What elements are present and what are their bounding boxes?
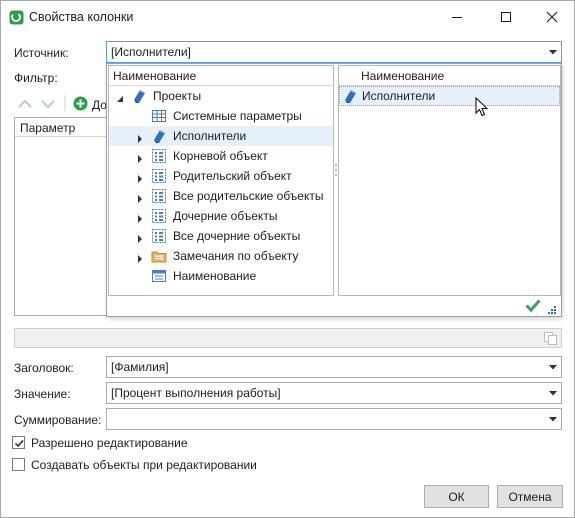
project-icon	[151, 128, 167, 144]
toolbar-separator	[64, 95, 66, 114]
filter-label: Фильтр:	[14, 71, 58, 85]
close-icon	[546, 11, 558, 23]
source-dropdown-popup: Наименование Проекты Системные параметры И…	[106, 63, 562, 317]
minimize-button[interactable]	[434, 1, 480, 33]
summation-label: Суммирование:	[14, 413, 102, 427]
close-button[interactable]	[529, 1, 575, 33]
tree-node[interactable]: Корневой объект	[109, 146, 333, 166]
move-down-icon[interactable]	[41, 98, 55, 112]
field-icon	[151, 268, 167, 284]
value-label: Значение:	[14, 387, 71, 401]
header-value: [Фамилия]	[111, 360, 169, 374]
value-combobox[interactable]: [Процент выполнения работы]	[106, 382, 562, 404]
expand-right-icon[interactable]	[136, 152, 144, 166]
tree-node-label: Проекты	[153, 89, 202, 103]
expression-field[interactable]	[14, 328, 562, 348]
checkmark-icon	[15, 440, 24, 448]
tree-node[interactable]: Родительский объект	[109, 166, 333, 186]
tree-node-label: Все дочерние объекты	[173, 229, 301, 243]
tree-node-label: Наименование	[173, 269, 257, 283]
move-up-icon[interactable]	[18, 98, 32, 112]
add-icon[interactable]	[73, 96, 88, 114]
tree-node[interactable]: Наименование	[109, 266, 333, 286]
project-icon	[131, 88, 147, 104]
expand-right-icon[interactable]	[136, 172, 144, 186]
header-label: Заголовок:	[14, 361, 74, 375]
tree-node-label: Корневой объект	[173, 149, 268, 163]
minimize-icon	[452, 17, 462, 18]
object-grid-icon	[151, 228, 167, 244]
tree-node-label: Системные параметры	[173, 109, 302, 123]
tree-node-label: Замечания по объекту	[173, 249, 299, 263]
chevron-down-icon	[549, 50, 557, 55]
expand-down-icon[interactable]	[116, 92, 124, 106]
window-title: Свойства колонки	[29, 10, 134, 24]
tree-node[interactable]: Исполнители	[109, 126, 333, 146]
maximize-icon	[501, 12, 511, 22]
list-item[interactable]: Исполнители	[339, 86, 560, 106]
tree-node-label: Дочерние объекты	[173, 209, 278, 223]
tree-node[interactable]: Замечания по объекту	[109, 246, 333, 266]
expand-right-icon[interactable]	[136, 232, 144, 246]
maximize-button[interactable]	[483, 1, 529, 33]
title-bar[interactable]: Свойства колонки	[1, 1, 574, 34]
source-label: Источник:	[14, 46, 69, 60]
create-objects-label[interactable]: Создавать объекты при редактировании	[31, 458, 257, 472]
tree-node-label: Родительский объект	[173, 169, 292, 183]
splitter-handle[interactable]	[335, 164, 337, 204]
value-value: [Процент выполнения работы]	[111, 386, 281, 400]
chevron-down-icon	[549, 365, 557, 370]
source-value: [Исполнители]	[111, 45, 191, 59]
object-grid-icon	[151, 148, 167, 164]
edit-allowed-checkbox[interactable]	[12, 436, 25, 449]
object-grid-icon	[151, 168, 167, 184]
tree-node[interactable]: Все дочерние объекты	[109, 226, 333, 246]
add-label[interactable]: До	[92, 98, 107, 112]
confirm-check-icon[interactable]	[525, 298, 541, 315]
object-grid-icon	[151, 208, 167, 224]
chevron-down-icon	[549, 391, 557, 396]
cancel-button[interactable]: Отмена	[497, 485, 563, 508]
column-properties-dialog: Свойства колонки Источник: [Исполнители]…	[0, 0, 575, 518]
tree-node[interactable]: Дочерние объекты	[109, 206, 333, 226]
copy-icon	[544, 332, 557, 345]
mouse-cursor-icon	[475, 96, 489, 120]
resize-grip-icon[interactable]	[547, 304, 557, 318]
parameter-grid[interactable]: Параметр	[14, 117, 107, 316]
object-grid-icon	[151, 188, 167, 204]
summation-combobox[interactable]	[106, 408, 562, 430]
tree-node-label: Все родительские объекты	[173, 189, 324, 203]
tree-column-header[interactable]: Наименование	[109, 66, 333, 86]
tree-node[interactable]: Все родительские объекты	[109, 186, 333, 206]
parameter-column-header[interactable]: Параметр	[15, 118, 106, 137]
tree-node[interactable]: Системные параметры	[109, 106, 333, 126]
list-column-header[interactable]: Наименование	[339, 66, 560, 86]
folder-notes-icon	[151, 248, 167, 264]
ok-button[interactable]: ОК	[424, 485, 489, 508]
list-item-label: Исполнители	[362, 89, 436, 103]
tree-node[interactable]: Проекты	[109, 86, 333, 106]
chevron-down-icon	[549, 417, 557, 422]
source-tree[interactable]: Наименование Проекты Системные параметры И…	[108, 65, 334, 296]
expand-right-icon[interactable]	[136, 192, 144, 206]
header-combobox[interactable]: [Фамилия]	[106, 356, 562, 378]
source-combobox[interactable]: [Исполнители]	[106, 41, 562, 63]
edit-allowed-label[interactable]: Разрешено редактирование	[31, 436, 188, 450]
app-logo-icon	[9, 10, 24, 25]
table-icon	[151, 108, 167, 124]
create-objects-checkbox[interactable]	[12, 458, 25, 471]
expand-right-icon[interactable]	[136, 132, 144, 146]
expand-right-icon[interactable]	[136, 252, 144, 266]
project-icon	[342, 88, 358, 104]
tree-node-label: Исполнители	[173, 129, 247, 143]
expand-right-icon[interactable]	[136, 212, 144, 226]
selected-list[interactable]: Наименование Исполнители	[338, 65, 561, 296]
